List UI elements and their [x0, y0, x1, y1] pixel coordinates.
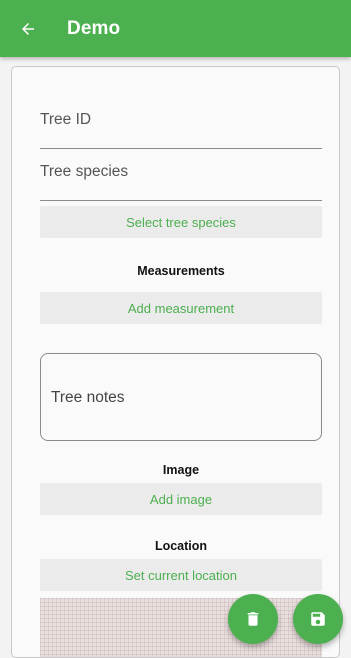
location-map[interactable] — [40, 598, 322, 657]
tree-id-label: Tree ID — [40, 111, 92, 128]
floppy-disk-icon — [311, 612, 325, 626]
trash-icon — [247, 612, 259, 626]
tree-notes-label: Tree notes — [51, 389, 125, 406]
app-bar: Demo — [0, 0, 351, 57]
measurements-heading: Measurements — [137, 264, 225, 278]
tree-id-field[interactable]: Tree ID — [40, 111, 322, 149]
arrow-left-icon — [22, 22, 34, 35]
set-current-location-button[interactable]: Set current location — [40, 559, 322, 591]
select-tree-species-button[interactable]: Select tree species — [40, 206, 322, 238]
save-button[interactable] — [293, 594, 343, 644]
add-image-button[interactable]: Add image — [40, 483, 322, 515]
back-button[interactable] — [17, 18, 39, 40]
tree-species-field[interactable]: Tree species — [40, 163, 322, 201]
tree-form-card: Tree ID Tree species Select tree species… — [11, 66, 340, 658]
tree-species-label: Tree species — [40, 163, 129, 180]
delete-button[interactable] — [228, 594, 278, 644]
tree-notes-field[interactable]: Tree notes — [40, 353, 322, 441]
location-heading: Location — [154, 539, 208, 553]
page-title: Demo — [67, 17, 121, 39]
image-heading: Image — [162, 463, 200, 477]
add-measurement-button[interactable]: Add measurement — [40, 292, 322, 324]
